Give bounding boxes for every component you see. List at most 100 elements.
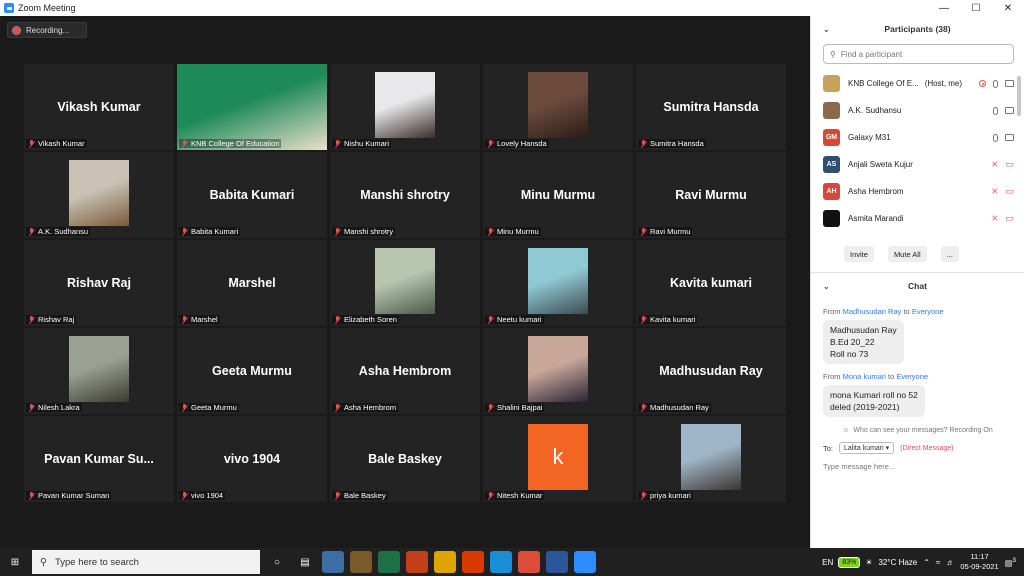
minimize-button[interactable]: — — [928, 3, 960, 14]
camera-off-icon[interactable]: ▭ — [1005, 213, 1014, 224]
mute-all-button[interactable]: Mute All — [887, 246, 927, 262]
participant-tile[interactable]: Nishu Kumari — [330, 64, 480, 150]
participant-tile[interactable]: Geeta Murmu Geeta Murmu — [177, 328, 327, 414]
participant-tile[interactable]: Vikash Kumar Vikash Kumar — [24, 64, 174, 150]
participant-name-display: Marshel — [228, 276, 276, 290]
recipient-select[interactable]: Lalita kumari ▾ — [839, 442, 895, 454]
participant-tile[interactable]: Neetu kumari — [483, 240, 633, 326]
store-icon[interactable] — [350, 551, 372, 573]
recording-indicator[interactable]: Recording... — [7, 22, 87, 38]
clock[interactable]: 11:17 05-09-2021 — [960, 552, 998, 572]
camera-icon[interactable] — [1005, 80, 1014, 87]
participant-row[interactable]: A.K. Sudhansu — [811, 97, 1024, 124]
people-icon: ☺ — [842, 427, 850, 434]
excel-icon[interactable] — [378, 551, 400, 573]
mic-muted-icon — [181, 315, 188, 324]
scrollbar[interactable] — [1017, 76, 1021, 116]
camera-off-icon[interactable]: ▭ — [1005, 186, 1014, 197]
participant-tile[interactable]: Rishav Raj Rishav Raj — [24, 240, 174, 326]
language-indicator[interactable]: EN — [822, 558, 833, 567]
participant-tile[interactable]: Minu Murmu Minu Murmu — [483, 152, 633, 238]
chevron-down-icon[interactable]: ⌄ — [823, 25, 830, 34]
participant-label: Vikash Kumar — [26, 139, 87, 148]
mic-icon[interactable] — [993, 79, 998, 88]
participant-tile[interactable]: Marshel Marshel — [177, 240, 327, 326]
more-button[interactable]: ... — [940, 246, 959, 262]
participant-label: Minu Murmu — [485, 227, 541, 236]
mic-muted-icon — [181, 403, 188, 412]
participant-row[interactable]: AH Asha Hembrom ⨯ ▭ — [811, 178, 1024, 205]
participant-tile[interactable]: Babita Kumari Babita Kumari — [177, 152, 327, 238]
mic-icon[interactable] — [993, 106, 998, 115]
chat-title: Chat — [908, 281, 927, 291]
participant-tile[interactable]: k Nitesh Kumar — [483, 416, 633, 502]
participant-row[interactable]: Asmita Marandi ⨯ ▭ — [811, 205, 1024, 232]
chevron-up-icon[interactable]: ⌃ — [923, 558, 930, 567]
battery-indicator[interactable]: 83% — [838, 556, 861, 568]
participant-tile[interactable]: Asha Hembrom Asha Hembrom — [330, 328, 480, 414]
mic-muted-icon — [640, 491, 647, 500]
participant-tile[interactable]: KNB College Of Education — [177, 64, 327, 150]
task-view-icon[interactable]: ▤ — [294, 551, 316, 573]
message-input[interactable]: Type message here... — [811, 462, 1024, 471]
camera-icon[interactable] — [1005, 134, 1014, 141]
participant-tile[interactable]: Nilesh Lakra — [24, 328, 174, 414]
camera-icon[interactable] — [1005, 107, 1014, 114]
mic-muted-icon[interactable]: ⨯ — [991, 213, 999, 224]
office-icon[interactable] — [462, 551, 484, 573]
participant-label-text: Madhusudan Ray — [650, 403, 709, 412]
video-feed — [528, 72, 588, 138]
participant-tile[interactable]: Elizabeth Soren — [330, 240, 480, 326]
zoom-taskbar-icon[interactable] — [574, 551, 596, 573]
maximize-button[interactable]: ☐ — [960, 3, 992, 14]
powerpoint-icon[interactable] — [406, 551, 428, 573]
chat-messages: From Madhusudan Ray to Everyone Madhusud… — [811, 307, 1024, 417]
cortana-icon[interactable]: ○ — [266, 551, 288, 573]
participant-row[interactable]: AS Anjali Sweta Kujur ⨯ ▭ — [811, 151, 1024, 178]
participant-tile[interactable]: Kavita kumari Kavita kumari — [636, 240, 786, 326]
app-icon[interactable] — [322, 551, 344, 573]
participant-tile[interactable]: Manshi shrotry Manshi shrotry — [330, 152, 480, 238]
mic-muted-icon[interactable]: ⨯ — [991, 186, 999, 197]
chevron-down-icon[interactable]: ⌄ — [823, 282, 830, 291]
participant-label: Bale Baskey — [332, 491, 388, 500]
mic-muted-icon — [334, 491, 341, 500]
mic-muted-icon — [28, 315, 35, 324]
notification-icon[interactable]: ▤3 — [1005, 557, 1016, 568]
mic-muted-icon[interactable]: ⨯ — [991, 159, 999, 170]
participant-tile[interactable]: A.K. Sudhansu — [24, 152, 174, 238]
participant-tile[interactable]: Pavan Kumar Su... Pavan Kumar Suman — [24, 416, 174, 502]
participant-row[interactable]: KNB College Of E... (Host, me) — [811, 70, 1024, 97]
file-explorer-icon[interactable] — [434, 551, 456, 573]
search-placeholder: Find a participant — [840, 49, 903, 59]
windows-start-icon[interactable]: ⊞ — [4, 551, 26, 573]
participant-tile[interactable]: Lovely Hansda — [483, 64, 633, 150]
participant-name-display: Pavan Kumar Su... — [44, 452, 154, 466]
close-button[interactable]: ✕ — [992, 3, 1024, 14]
chrome-icon[interactable] — [518, 551, 540, 573]
participant-tile[interactable]: Madhusudan Ray Madhusudan Ray — [636, 328, 786, 414]
word-icon[interactable] — [546, 551, 568, 573]
participant-tile[interactable]: Shalini Bajpai — [483, 328, 633, 414]
participant-label-text: Neetu kumari — [497, 315, 542, 324]
video-feed — [681, 424, 741, 490]
privacy-notice[interactable]: ☺ Who can see your messages? Recording O… — [811, 427, 1024, 434]
participant-tile[interactable]: Sumitra Hansda Sumitra Hansda — [636, 64, 786, 150]
taskbar-search-input[interactable]: ⚲ Type here to search — [32, 550, 260, 574]
mic-muted-icon — [487, 139, 494, 148]
volume-icon[interactable]: ♬ — [946, 558, 954, 567]
edge-icon[interactable] — [490, 551, 512, 573]
camera-off-icon[interactable]: ▭ — [1005, 159, 1014, 170]
participant-tile[interactable]: Bale Baskey Bale Baskey — [330, 416, 480, 502]
message-sender: From Madhusudan Ray to Everyone — [823, 307, 944, 316]
weather-text[interactable]: 32°C Haze — [878, 558, 917, 567]
participant-row[interactable]: GM Galaxy M31 — [811, 124, 1024, 151]
invite-button[interactable]: Invite — [844, 246, 874, 262]
taskbar: ⊞ ⚲ Type here to search ○ ▤ EN 83% ☀ 32°… — [0, 548, 1024, 576]
participant-tile[interactable]: priya kumari — [636, 416, 786, 502]
wifi-icon[interactable]: ≈ — [936, 558, 940, 567]
participant-search-input[interactable]: ⚲ Find a participant — [823, 44, 1014, 64]
participant-tile[interactable]: Ravi Murmu Ravi Murmu — [636, 152, 786, 238]
participant-tile[interactable]: vivo 1904 vivo 1904 — [177, 416, 327, 502]
mic-icon[interactable] — [993, 133, 998, 142]
